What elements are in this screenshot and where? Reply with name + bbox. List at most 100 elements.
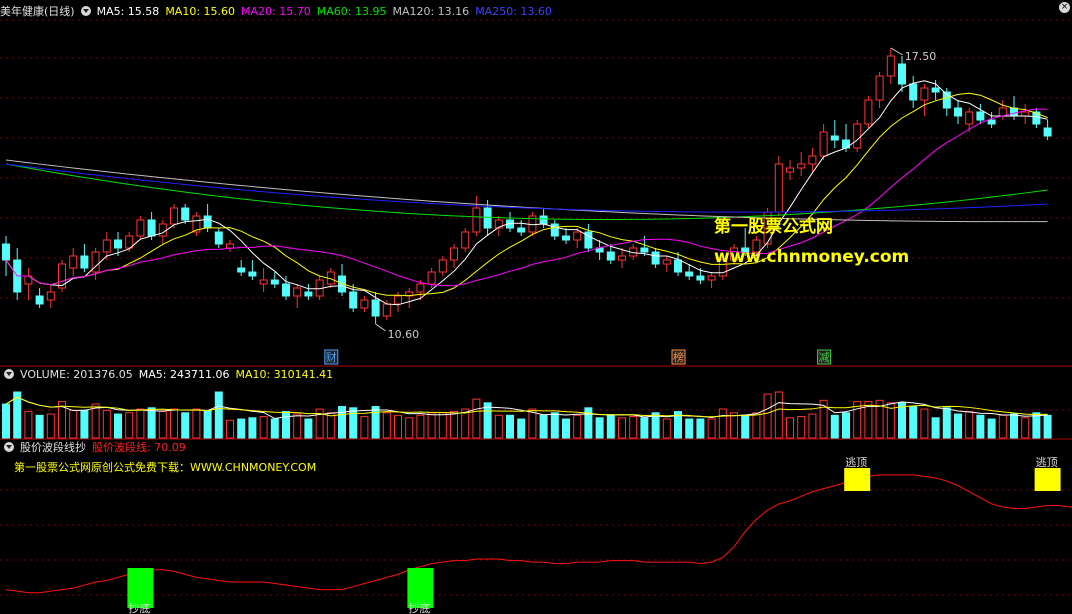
volume-bar <box>629 416 638 439</box>
volume-bar <box>181 412 190 439</box>
candle-body <box>1021 111 1030 117</box>
candle-body <box>416 283 425 293</box>
volume-bar <box>707 418 716 439</box>
candle-body <box>774 163 783 213</box>
volume-bar <box>24 411 33 439</box>
volume-bar <box>427 412 436 439</box>
volume-bar <box>91 403 100 439</box>
ma120-line <box>5 159 1048 223</box>
candle-body <box>662 259 671 265</box>
stock-title: 美年健康(日线) <box>0 5 75 18</box>
volume-bar <box>506 414 514 439</box>
volume-bar <box>1010 413 1018 439</box>
volume-bar <box>808 413 817 439</box>
watermark-title: 第一股票公式网 <box>714 217 833 237</box>
volume-bar <box>931 417 940 439</box>
volume-bar <box>192 408 201 439</box>
candle-body <box>114 239 122 249</box>
volume-panel-header: VOLUME: 201376.05 MA5: 243711.06 MA10: 310… <box>0 367 339 383</box>
candle-body <box>853 123 862 149</box>
volume-bar <box>483 402 492 439</box>
ma250-label: MA250: 13.60 <box>475 5 552 18</box>
indicator-menu-icon[interactable] <box>4 442 14 452</box>
candle-body <box>170 207 178 225</box>
volume-bar <box>942 407 951 439</box>
candle-body <box>203 215 212 229</box>
candle-body <box>371 299 380 317</box>
ma60-line <box>5 163 1048 221</box>
volume-bar <box>1021 417 1030 439</box>
volume-bar <box>998 414 1007 439</box>
volume-bar <box>472 398 481 439</box>
candle-body <box>976 111 985 121</box>
candle-body <box>102 239 111 253</box>
volume-bar <box>158 411 167 439</box>
dropdown-icon[interactable] <box>80 6 91 16</box>
ma5-line <box>5 80 1048 306</box>
event-marker-label: 减 <box>819 351 830 364</box>
candle-body <box>2 243 10 261</box>
volume-bar <box>80 409 89 439</box>
candle-body <box>707 275 716 281</box>
watermark-url: www.chnmoney.com <box>714 247 910 267</box>
volume-bar <box>270 418 279 439</box>
event-marker-label: 财 <box>326 350 337 364</box>
low-price-label: 10.60 <box>388 328 420 341</box>
sell-signal-label: 逃顶 <box>1036 456 1058 469</box>
volume-bar <box>976 414 985 439</box>
candle-body <box>80 255 89 269</box>
candle-body <box>270 279 279 285</box>
volume-bar <box>136 408 145 439</box>
volume-bar <box>326 412 335 439</box>
volume-bar <box>696 418 705 439</box>
close-icon[interactable]: × <box>1059 2 1070 13</box>
low-pointer <box>375 323 386 332</box>
volume-bar <box>685 418 694 439</box>
candle-body <box>819 131 828 157</box>
volume-bar <box>114 413 122 439</box>
ma20-label: MA20: 15.70 <box>241 5 311 18</box>
candle-body <box>248 271 257 277</box>
volume-bar <box>595 417 604 439</box>
candle-body <box>158 223 167 237</box>
buy-signal-label: 抄底 <box>128 601 150 614</box>
price-panel-header: 美年健康(日线) MA5: 15.58 MA10: 15.60 MA20: 15.70… <box>0 4 558 20</box>
candle-body <box>394 295 402 305</box>
candle-body <box>214 231 223 245</box>
sell-signal-box <box>1034 468 1061 491</box>
volume-bar <box>147 407 156 439</box>
volume-bar <box>920 408 929 439</box>
candle-body <box>1010 107 1018 117</box>
volume-bar <box>573 414 582 439</box>
candle-body <box>562 235 570 241</box>
candle-body <box>147 219 156 237</box>
volume-bar <box>954 413 962 439</box>
candle-body <box>360 299 369 309</box>
candle-body <box>931 87 940 93</box>
candle-body <box>786 167 794 173</box>
candle-body <box>651 251 660 265</box>
candle-body <box>1043 127 1052 137</box>
candle-body <box>427 271 436 285</box>
candle-body <box>797 163 806 169</box>
chart-canvas[interactable]: 17.50 10.60 财 榜 减抄底 抄底 逃顶 逃顶 <box>0 0 1072 614</box>
candle-body <box>550 223 559 237</box>
volume-menu-icon[interactable] <box>4 369 14 379</box>
candle-body <box>909 83 918 101</box>
candle-body <box>920 87 929 101</box>
volume-bar <box>304 418 313 439</box>
ma5-label: MA5: 15.58 <box>96 5 160 18</box>
volume-bar <box>774 391 783 439</box>
high-pointer <box>890 47 904 56</box>
candle-body <box>808 155 817 165</box>
volume-bar <box>830 414 839 439</box>
volume-bar <box>237 418 246 439</box>
candle-body <box>237 267 246 273</box>
candle-body <box>304 291 313 297</box>
volume-bar <box>494 414 503 439</box>
ma120-label: MA120: 13.16 <box>392 5 470 18</box>
volume-bar <box>1043 414 1052 439</box>
indicator-title: 股价波段线抄 <box>20 441 86 454</box>
candle-body <box>606 251 615 261</box>
candle-body <box>640 247 649 253</box>
